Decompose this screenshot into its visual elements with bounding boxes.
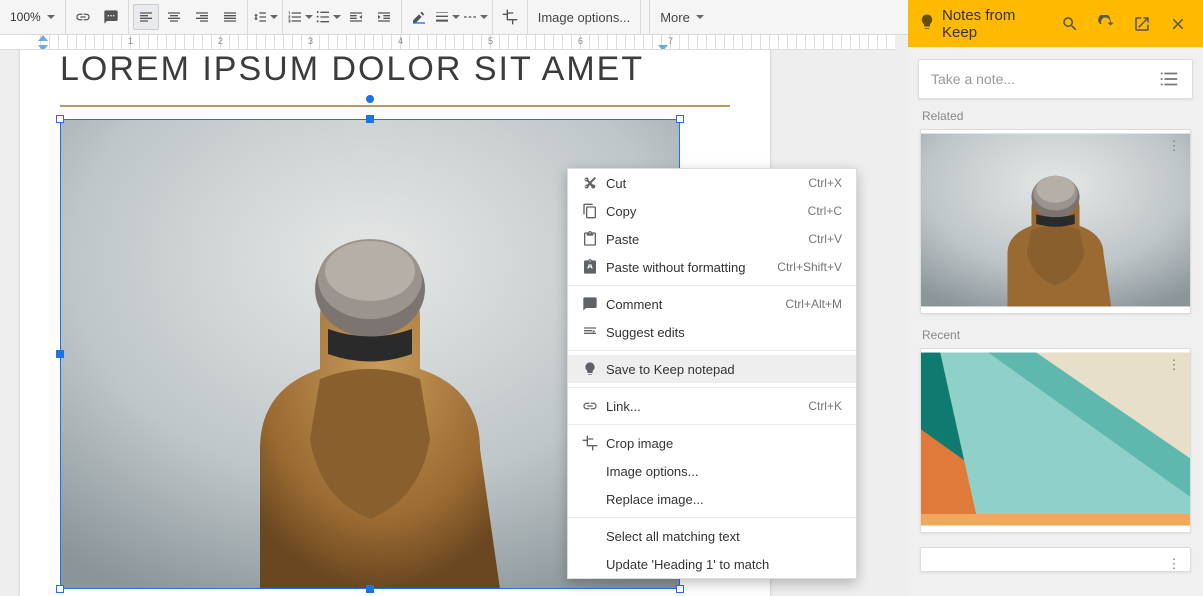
comment-icon	[578, 296, 602, 312]
keep-card-related-1[interactable]: ⋮	[920, 129, 1191, 314]
left-indent-marker[interactable]	[38, 45, 48, 50]
cm-select-matching[interactable]: Select all matching text	[568, 522, 856, 550]
card-more-button[interactable]: ⋮	[1164, 554, 1184, 572]
cm-comment[interactable]: Comment Ctrl+Alt+M	[568, 290, 856, 318]
context-menu: Cut Ctrl+X Copy Ctrl+C Paste Ctrl+V Past…	[567, 168, 857, 579]
related-label: Related	[922, 109, 1203, 123]
insert-comment-button[interactable]	[98, 4, 124, 30]
card-material-design	[921, 349, 1190, 529]
crop-button[interactable]	[497, 4, 523, 30]
card-photo-beanie	[921, 130, 1190, 310]
cm-image-options[interactable]: Image options...	[568, 457, 856, 485]
clipboard-icon	[578, 231, 602, 247]
keep-card-recent-1[interactable]: ⋮	[920, 348, 1191, 533]
border-weight-button[interactable]	[434, 4, 460, 30]
zoom-dropdown[interactable]: 100%	[0, 0, 66, 34]
bulleted-list-button[interactable]	[315, 4, 341, 30]
decrease-indent-button[interactable]	[343, 4, 369, 30]
keep-card-recent-2[interactable]: ⋮	[920, 547, 1191, 572]
first-line-indent-marker[interactable]	[38, 35, 48, 41]
new-list-icon[interactable]	[1158, 68, 1180, 90]
take-note-placeholder: Take a note...	[931, 71, 1158, 87]
align-left-button[interactable]	[133, 4, 159, 30]
crop-icon	[578, 435, 602, 451]
border-dash-button[interactable]	[462, 4, 488, 30]
cm-paste[interactable]: Paste Ctrl+V	[568, 225, 856, 253]
cm-replace-image[interactable]: Replace image...	[568, 485, 856, 513]
zoom-value: 100%	[10, 10, 41, 24]
cm-save-to-keep[interactable]: Save to Keep notepad	[568, 355, 856, 383]
cm-link[interactable]: Link... Ctrl+K	[568, 392, 856, 420]
keep-close-button[interactable]	[1163, 9, 1193, 39]
image-options-button[interactable]: Image options...	[528, 0, 641, 34]
keep-search-button[interactable]	[1055, 9, 1085, 39]
keep-open-button[interactable]	[1127, 9, 1157, 39]
right-indent-marker[interactable]	[658, 45, 668, 50]
border-color-button[interactable]	[406, 4, 432, 30]
recent-label: Recent	[922, 328, 1203, 342]
align-center-button[interactable]	[161, 4, 187, 30]
link-icon	[578, 398, 602, 414]
take-note-input[interactable]: Take a note...	[918, 59, 1193, 99]
align-justify-button[interactable]	[217, 4, 243, 30]
card-more-button[interactable]: ⋮	[1164, 136, 1184, 156]
keep-title: Notes from Keep	[942, 7, 1049, 41]
keep-refresh-button[interactable]	[1091, 9, 1121, 39]
heading-1[interactable]: LOREM IPSUM DOLOR SIT AMET	[60, 50, 730, 89]
cm-copy[interactable]: Copy Ctrl+C	[568, 197, 856, 225]
scissors-icon	[578, 175, 602, 191]
increase-indent-button[interactable]	[371, 4, 397, 30]
cm-paste-nofmt[interactable]: Paste without formatting Ctrl+Shift+V	[568, 253, 856, 281]
more-button[interactable]: More	[650, 0, 714, 34]
cm-crop[interactable]: Crop image	[568, 429, 856, 457]
cm-suggest[interactable]: Suggest edits	[568, 318, 856, 346]
lightbulb-icon	[578, 361, 602, 377]
image-options-label: Image options...	[538, 10, 631, 25]
align-right-button[interactable]	[189, 4, 215, 30]
clipboard-text-icon	[578, 259, 602, 275]
cm-cut[interactable]: Cut Ctrl+X	[568, 169, 856, 197]
ruler[interactable]: 1 2 3 4 5 6 7	[0, 35, 895, 50]
keep-panel: Notes from Keep Take a note... Related ⋮…	[908, 0, 1203, 596]
numbered-list-button[interactable]	[287, 4, 313, 30]
copy-icon	[578, 203, 602, 219]
keep-header: Notes from Keep	[908, 0, 1203, 47]
lightbulb-icon	[918, 13, 936, 34]
horizontal-rule	[60, 105, 730, 107]
insert-link-button[interactable]	[70, 4, 96, 30]
suggest-icon	[578, 324, 602, 340]
card-more-button[interactable]: ⋮	[1164, 355, 1184, 375]
more-label: More	[660, 10, 690, 25]
line-spacing-button[interactable]	[252, 4, 278, 30]
cm-update-heading[interactable]: Update 'Heading 1' to match	[568, 550, 856, 578]
